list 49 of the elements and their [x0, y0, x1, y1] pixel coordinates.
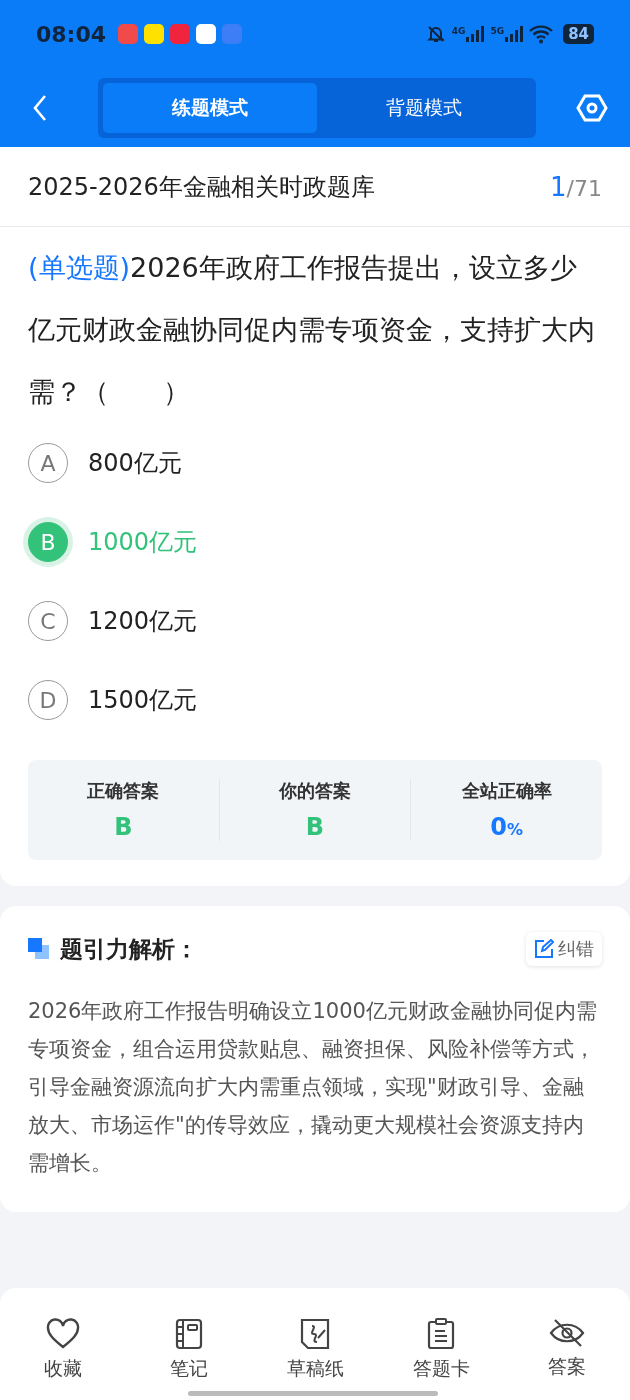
battery-indicator: 84	[563, 24, 594, 44]
signal-icon	[466, 26, 485, 42]
answer-option[interactable]: A 800亿元	[28, 443, 602, 483]
result-label: 全站正确率	[461, 779, 552, 803]
notebook-icon	[175, 1318, 203, 1350]
result-label: 你的答案	[279, 779, 351, 803]
toolbar-item[interactable]: 收藏	[0, 1318, 126, 1400]
toolbar-item[interactable]: 答题卡	[378, 1318, 504, 1400]
question-text: (单选题)2026年政府工作报告提出，设立多少亿元财政金融协同促内需专项资金，支持扩大内需？（ ）	[28, 251, 596, 409]
eye-hidden-icon	[549, 1318, 585, 1348]
draft-icon	[300, 1318, 330, 1350]
option-text: 1500亿元	[88, 685, 198, 716]
app-icon	[170, 24, 191, 44]
result-value: B	[114, 813, 133, 841]
analysis-title: 题引力解析：	[60, 934, 198, 964]
edit-icon	[534, 939, 554, 959]
mode-tab[interactable]: 练题模式	[103, 82, 317, 133]
back-icon[interactable]	[32, 93, 48, 122]
app-icon	[144, 24, 165, 44]
status-time: 08:04	[36, 21, 107, 47]
option-text: 1200亿元	[88, 606, 198, 637]
wifi-icon	[529, 24, 554, 44]
result-value: 0%	[490, 813, 524, 841]
option-text: 1000亿元	[88, 527, 198, 558]
result-value: B	[305, 813, 325, 841]
question-total: /71	[566, 175, 602, 201]
app-icon	[196, 24, 217, 44]
answer-option[interactable]: D 1500亿元	[28, 680, 602, 720]
result-label: 正确答案	[87, 779, 160, 803]
bell-muted-icon	[425, 24, 446, 44]
settings-icon[interactable]	[576, 93, 608, 122]
app-icon	[222, 24, 243, 44]
answer-option[interactable]: C 1200亿元	[28, 601, 602, 641]
toolbar-item[interactable]: 答案	[504, 1318, 630, 1400]
analysis-text: 2026年政府工作报告明确设立1000亿元财政金融协同促内需专项资金，组合运用贷款贴息、融资担保、风险补偿等方式，引导金融资源流向扩大内需重点领域，实现"财政引导、金融放大、市场运作"的传导效应，撬动更大规模社会资源支持内需增长。	[28, 998, 598, 1177]
mode-tab[interactable]: 背题模式	[317, 82, 531, 133]
network-label: 5G	[490, 26, 505, 36]
toolbar-item[interactable]: 笔记	[126, 1318, 252, 1400]
toolbar-item[interactable]: 草稿纸	[252, 1318, 378, 1400]
network-label: 4G	[451, 26, 466, 36]
question-number: 1	[550, 171, 567, 202]
app-icon	[118, 24, 139, 44]
report-error-button[interactable]: 纠错	[526, 932, 602, 966]
squares-icon	[28, 938, 50, 960]
bank-title: 2025-2026年金融相关时政题库	[28, 171, 376, 203]
clipboard-icon	[427, 1318, 455, 1350]
signal-icon	[505, 26, 524, 42]
option-text: 800亿元	[88, 448, 182, 479]
heart-icon	[46, 1318, 80, 1350]
